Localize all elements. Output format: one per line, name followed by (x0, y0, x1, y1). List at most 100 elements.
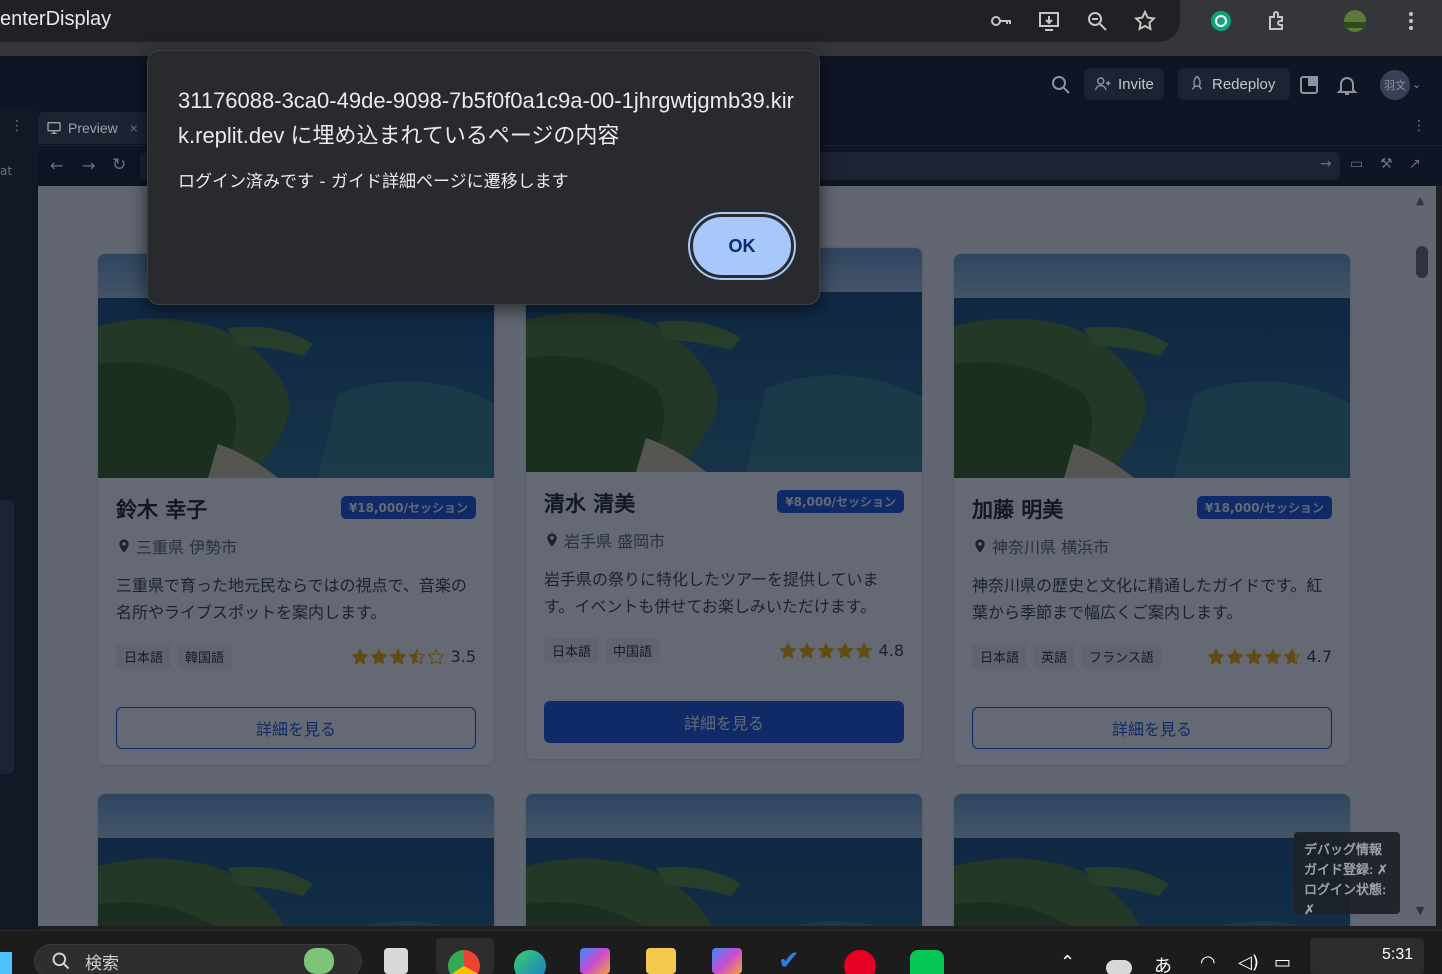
copilot-taskbar-icon[interactable] (580, 948, 610, 974)
guide-description: 神奈川県の歴史と文化に精通したガイドです。紅葉から季節まで幅広くご案内します。 (972, 576, 1323, 622)
guide-card[interactable] (97, 793, 495, 926)
dialog-message: ログイン済みです - ガイド詳細ページに遷移します (178, 172, 569, 192)
star-icon (1206, 647, 1225, 665)
star-icon (1263, 647, 1282, 665)
tab-preview[interactable]: Preview × (38, 112, 150, 144)
forward-arrow-icon[interactable]: → (82, 156, 95, 175)
install-app-icon[interactable] (1034, 6, 1064, 36)
widgets-icon[interactable] (304, 948, 334, 974)
bell-icon[interactable] (1332, 70, 1362, 100)
rating: 4.7 (1206, 647, 1332, 666)
ime-indicator[interactable]: あ (1154, 952, 1172, 974)
view-details-button[interactable]: 詳細を見る (972, 707, 1332, 749)
guide-card[interactable] (525, 793, 923, 926)
rating: 4.8 (778, 641, 904, 660)
scroll-up-icon[interactable]: ▲ (1416, 194, 1424, 207)
add-user-icon (1094, 77, 1111, 91)
back-arrow-icon[interactable]: ← (50, 156, 63, 175)
windows-start-icon[interactable] (0, 952, 12, 974)
chrome-taskbar-icon[interactable] (448, 950, 480, 974)
redeploy-label: Redeploy (1212, 75, 1276, 93)
refresh-icon[interactable]: ↻ (112, 155, 126, 175)
window-toggle-icon[interactable] (1294, 70, 1324, 100)
star-icon (369, 647, 388, 665)
star-rating (1206, 647, 1301, 666)
chrome-menu-icon[interactable] (1396, 6, 1426, 36)
todo-check-icon[interactable]: ✔ (778, 948, 808, 974)
rating: 3.5 (350, 647, 476, 666)
rocket-icon (1191, 75, 1203, 90)
star-icon (1244, 647, 1263, 665)
avatar-text: 羽文 (1384, 79, 1406, 92)
price-badge: ¥8,000/セッション (777, 490, 904, 513)
file-explorer-icon[interactable] (646, 948, 676, 974)
page-title: enterDisplay (0, 8, 112, 30)
profile-avatar-icon[interactable] (1340, 6, 1370, 36)
zoom-icon[interactable] (1082, 6, 1112, 36)
scroll-down-icon[interactable]: ▼ (1416, 904, 1424, 917)
debug-login-state: ログイン状態: ✗ (1304, 882, 1387, 917)
guide-card[interactable] (953, 793, 1351, 926)
guide-photo (954, 794, 1350, 926)
star-icon (350, 647, 369, 665)
left-rail-label: at (0, 164, 13, 178)
invite-label: Invite (1118, 75, 1154, 93)
scrollbar[interactable]: ▲ ▼ (1412, 190, 1432, 922)
more-dots-icon[interactable]: ⋮ (10, 118, 24, 134)
extensions-icon[interactable] (1262, 6, 1292, 36)
line-app-icon[interactable] (910, 950, 944, 974)
guide-card[interactable]: 清水 清美 ¥8,000/セッション 岩手県 盛岡市 岩手県の祭りに特化したツア… (525, 247, 923, 760)
bookmark-star-icon[interactable] (1130, 6, 1160, 36)
devices-icon[interactable]: ▭ (1350, 156, 1363, 172)
invite-button[interactable]: Invite (1084, 68, 1164, 100)
guide-location: 神奈川県 横浜市 (972, 534, 1332, 558)
pane-menu-icon[interactable]: ⋮ (1412, 118, 1426, 134)
location-text: 三重県 伊勢市 (136, 538, 238, 557)
tray-overflow-icon[interactable]: ⌃ (1060, 952, 1075, 973)
star-icon (1282, 647, 1301, 665)
language-chip: 英語 (1033, 644, 1076, 669)
star-rating (778, 641, 873, 660)
language-list: 日本語 中国語 (544, 638, 661, 663)
open-new-tab-icon[interactable]: ↗ (1409, 156, 1421, 172)
guide-location: 三重県 伊勢市 (116, 534, 476, 558)
left-panel (0, 500, 14, 774)
close-tab-icon[interactable]: × (130, 120, 138, 136)
browser-toolbar: enterDisplay (0, 0, 1442, 56)
search-icon[interactable] (1046, 70, 1076, 100)
view-details-button[interactable]: 詳細を見る (544, 701, 904, 743)
pinterest-icon[interactable] (844, 950, 876, 974)
key-icon[interactable] (986, 6, 1016, 36)
redeploy-button[interactable]: Redeploy (1178, 68, 1290, 100)
star-icon (1225, 647, 1244, 665)
chevron-down-icon[interactable]: ⌄ (1412, 78, 1421, 91)
location-pin-icon (119, 539, 129, 553)
copilot-app-icon[interactable] (712, 948, 742, 974)
language-list: 日本語 英語 フランス語 (972, 644, 1162, 669)
language-chip: 中国語 (605, 638, 661, 663)
price-badge: ¥18,000/セッション (1196, 496, 1332, 519)
monitor-icon (47, 122, 61, 134)
volume-icon[interactable]: ◁) (1238, 952, 1259, 973)
ok-button[interactable]: OK (688, 212, 796, 280)
guide-card[interactable]: 加藤 明美 ¥18,000/セッション 神奈川県 横浜市 神奈川県の歴史と文化に… (953, 253, 1351, 766)
go-arrow-icon[interactable]: → (1320, 156, 1332, 172)
guide-description: 三重県で育った地元民ならではの視点で、音楽の名所やライブスポットを案内します。 (116, 576, 467, 622)
search-icon (52, 952, 70, 970)
user-avatar[interactable]: 羽文 (1380, 70, 1410, 100)
view-details-button[interactable]: 詳細を見る (116, 707, 476, 749)
onedrive-icon[interactable] (1106, 960, 1132, 974)
scrollbar-thumb[interactable] (1416, 246, 1428, 278)
task-view-icon[interactable] (384, 948, 408, 974)
star-icon (388, 647, 407, 665)
devtools-wrench-icon[interactable]: ⚒ (1380, 156, 1393, 172)
language-chip: 韓国語 (177, 644, 233, 669)
guide-photo (526, 794, 922, 926)
guide-card[interactable]: 鈴木 幸子 ¥18,000/セッション 三重県 伊勢市 三重県で育った地元民なら… (97, 253, 495, 766)
location-text: 神奈川県 横浜市 (992, 538, 1110, 557)
debug-guide-registered: ガイド登録: ✗ (1304, 862, 1388, 877)
chatgpt-extension-icon[interactable] (1206, 6, 1236, 36)
wifi-icon[interactable]: ◠ (1200, 952, 1216, 973)
edge-taskbar-icon[interactable] (514, 950, 546, 974)
battery-icon[interactable]: ▭ (1274, 952, 1291, 973)
